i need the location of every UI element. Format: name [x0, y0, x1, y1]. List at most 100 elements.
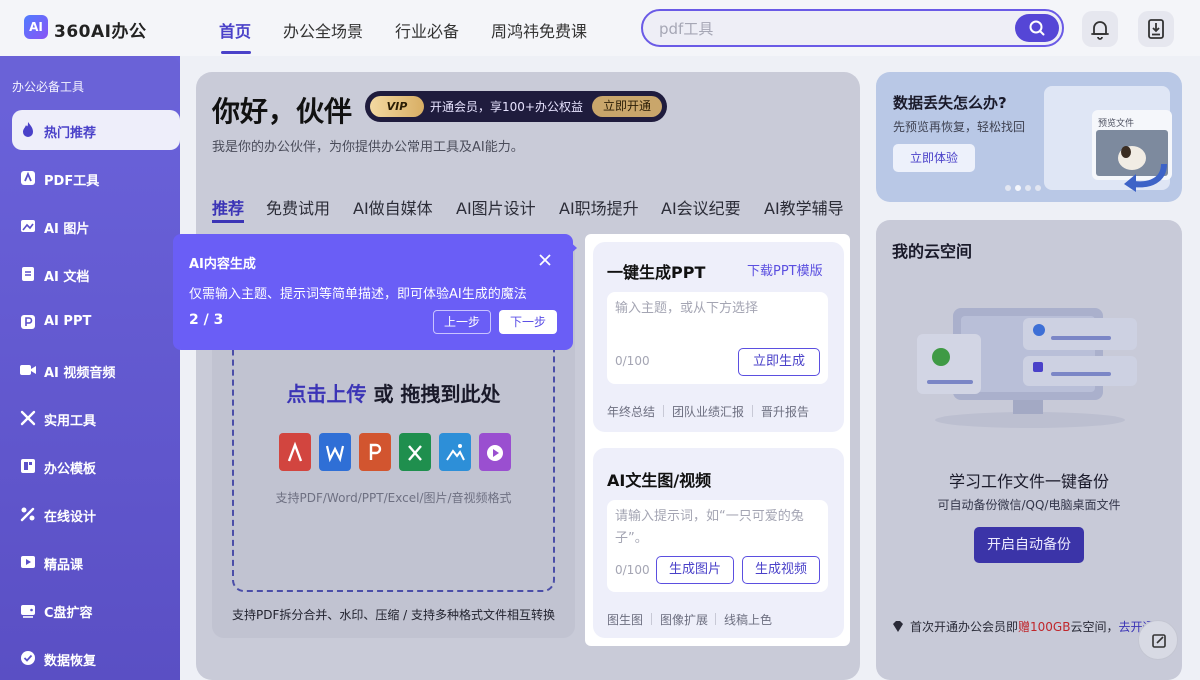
sidebar-item-ai-image[interactable]: AI 图片 [12, 206, 180, 246]
sidebar-item-pdf[interactable]: PDF工具 [12, 158, 180, 198]
restore-arrow-icon [1124, 163, 1167, 192]
media-char-counter: 0/100 [615, 563, 650, 577]
ppt-topic-placeholder: 输入主题，或从下方选择 [615, 301, 759, 316]
tab-recommend[interactable]: 推荐 [212, 195, 244, 219]
cloud-space-card [876, 220, 1182, 680]
image-file-icon [439, 433, 471, 471]
nav-office-scenes[interactable]: 办公全场景 [283, 18, 363, 42]
nav-active-indicator [221, 51, 251, 54]
carousel-dot[interactable] [1025, 185, 1031, 191]
nav-home[interactable]: 首页 [219, 18, 251, 42]
notification-button[interactable] [1082, 11, 1118, 47]
video-file-icon [479, 433, 511, 471]
disk-icon [21, 605, 35, 618]
tab-ai-image-design[interactable]: AI图片设计 [456, 195, 536, 219]
template-icon [21, 459, 35, 473]
tooltip-prev-button[interactable]: 上一步 [433, 310, 491, 334]
pdf-file-icon [279, 433, 311, 471]
ppt-chip-team-report[interactable]: 团队业绩汇报 [672, 403, 744, 420]
recovery-try-button[interactable]: 立即体验 [893, 144, 975, 172]
tab-ai-meeting[interactable]: AI会议纪要 [661, 195, 741, 219]
carousel-dot-active[interactable] [1015, 185, 1021, 191]
tooltip-body: 仅需输入主题、提示词等简单描述，即可体验AI生成的魔法 [189, 287, 527, 302]
divider [752, 405, 753, 417]
tooltip-arrow [568, 240, 577, 256]
media-chip-expand[interactable]: 图像扩展 [660, 611, 708, 628]
page-title: 你好，伙伴 [212, 95, 353, 128]
sidebar-item-ai-video[interactable]: AI 视频音频 [12, 350, 180, 390]
media-chip-colorize[interactable]: 线稿上色 [724, 611, 772, 628]
ppt-topic-input[interactable]: 输入主题，或从下方选择 0/100 立即生成 [607, 292, 828, 384]
image-icon [21, 220, 35, 232]
cloud-promo: 首次开通办公会员即赠100GB云空间，去开通 [910, 620, 1155, 634]
divider [715, 613, 716, 625]
download-ppt-template-link[interactable]: 下载PPT模版 [747, 260, 823, 279]
ppt-file-icon [359, 433, 391, 471]
edit-icon [1152, 634, 1166, 648]
vip-open-button[interactable]: 立即开通 [592, 96, 662, 117]
download-app-button[interactable] [1138, 11, 1174, 47]
cloud-headline: 学习工作文件一键备份 [948, 472, 1109, 491]
tab-ai-media[interactable]: AI做自媒体 [353, 195, 433, 219]
carousel-dot[interactable] [1035, 185, 1041, 191]
generate-ppt-button[interactable]: 立即生成 [738, 348, 820, 376]
download-icon [1148, 19, 1164, 39]
cloud-backup-illustration [917, 308, 1137, 428]
recovery-subtitle: 先预览再恢复，轻松找回 [893, 120, 1026, 134]
search-input[interactable] [659, 18, 1009, 40]
media-prompt-placeholder: 请输入提示词，如“一只可爱的兔子”。 [615, 509, 804, 546]
nav-free-course[interactable]: 周鸿祎免费课 [491, 18, 587, 42]
upload-footer: 支持PDF拆分合并、水印、压缩 / 支持多种格式文件相互转换 [231, 608, 556, 622]
generate-image-button[interactable]: 生成图片 [656, 556, 734, 584]
bell-icon [1091, 21, 1109, 40]
upload-title[interactable]: 点击上传 或 拖拽到此处 [232, 378, 555, 407]
pdf-icon [21, 171, 35, 185]
close-icon [539, 254, 551, 266]
sidebar-item-disk[interactable]: C盘扩容 [12, 590, 180, 630]
ppt-chip-promotion[interactable]: 晋升报告 [761, 403, 809, 420]
logo-icon[interactable]: AI [24, 15, 48, 39]
feedback-button[interactable] [1138, 620, 1178, 660]
search-button[interactable] [1015, 14, 1059, 42]
ppt-icon [21, 315, 35, 329]
tooltip-next-button[interactable]: 下一步 [499, 310, 557, 334]
tooltip-close-button[interactable] [537, 252, 553, 268]
course-icon [21, 556, 35, 568]
nav-industry[interactable]: 行业必备 [395, 18, 459, 42]
diamond-icon [893, 621, 903, 632]
sidebar-item-hot[interactable]: 热门推荐 [12, 110, 180, 150]
vip-text: 开通会员，享100+办公权益 [430, 100, 583, 114]
media-prompt-input[interactable]: 请输入提示词，如“一只可爱的兔子”。 0/100 生成图片 生成视频 [607, 500, 828, 592]
sidebar-item-tools[interactable]: 实用工具 [12, 398, 180, 438]
sidebar-item-ai-doc[interactable]: AI 文档 [12, 254, 180, 294]
divider [651, 613, 652, 625]
enable-auto-backup-button[interactable]: 开启自动备份 [974, 527, 1084, 563]
media-chip-img2img[interactable]: 图生图 [607, 611, 643, 628]
sidebar-item-courses[interactable]: 精品课 [12, 542, 180, 582]
carousel-dot[interactable] [1005, 185, 1011, 191]
vip-badge: VIP [370, 96, 424, 117]
tooltip-title: AI内容生成 [189, 257, 256, 272]
search-icon [1029, 20, 1045, 36]
document-icon [22, 267, 34, 281]
ppt-chip-year-end[interactable]: 年终总结 [607, 403, 655, 420]
design-icon [20, 507, 35, 522]
ppt-card-title: 一键生成PPT [607, 263, 706, 282]
sidebar-item-recover[interactable]: 数据恢复 [12, 638, 180, 678]
sidebar-item-templates[interactable]: 办公模板 [12, 446, 180, 486]
tab-active-indicator [212, 220, 244, 223]
generate-video-button[interactable]: 生成视频 [742, 556, 820, 584]
preview-file-label: 预览文件 [1098, 119, 1135, 129]
cloud-subline: 可自动备份微信/QQ/电脑桌面文件 [937, 498, 1121, 512]
tab-free-trial[interactable]: 免费试用 [266, 195, 330, 219]
sidebar-item-ai-ppt[interactable]: AI PPT [12, 302, 180, 342]
search-bar [641, 9, 1064, 47]
tab-ai-teaching[interactable]: AI教学辅导 [764, 195, 844, 219]
brand-name[interactable]: 360AI办公 [54, 17, 146, 42]
page-subtitle: 我是你的办公伙伴，为你提供办公常用工具及AI能力。 [212, 140, 524, 155]
ppt-char-counter: 0/100 [615, 354, 650, 368]
sidebar-item-design[interactable]: 在线设计 [12, 494, 180, 534]
tab-ai-career[interactable]: AI职场提升 [559, 195, 639, 219]
media-card-title: AI文生图/视频 [607, 471, 712, 490]
recovery-title: 数据丢失怎么办? [893, 94, 1007, 112]
